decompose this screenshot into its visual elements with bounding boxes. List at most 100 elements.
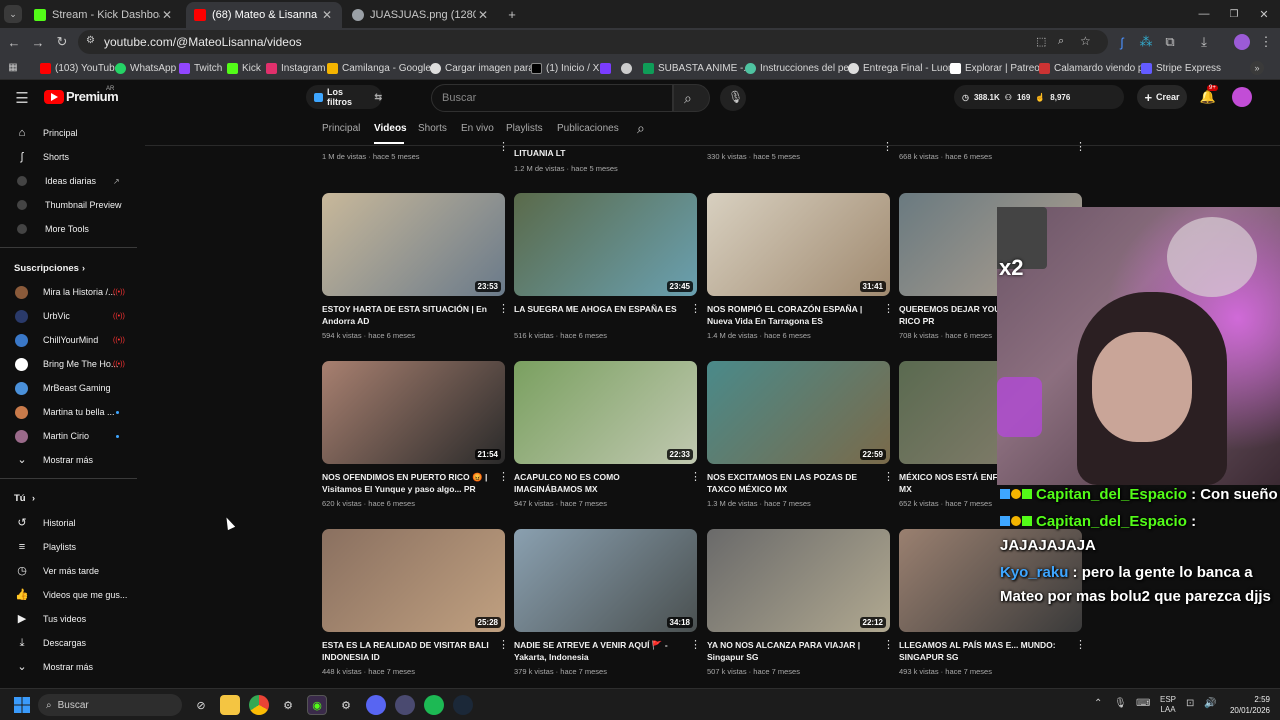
video-title[interactable]: ACAPULCO NO ES COMO IMAGINÁBAMOS MX	[514, 471, 684, 495]
bookmark-star-icon[interactable]: ☆	[1080, 34, 1091, 48]
bookmark-item[interactable]: Entrega Final - Luon...	[848, 60, 962, 76]
tab-youtube[interactable]: (68) Mateo & Lisanna - YouTub ✕	[186, 2, 342, 28]
extension-icon[interactable]: ⁂	[1138, 34, 1154, 50]
language-indicator[interactable]: ESP LAA	[1160, 695, 1176, 715]
sidebar-item-principal[interactable]: ⌂ Principal	[0, 122, 140, 144]
bookmark-item[interactable]: Calamardo viendo p...	[1039, 60, 1152, 76]
bookmark-item[interactable]: Camilanga - Google...	[327, 60, 439, 76]
tab-search-icon[interactable]: ⌄	[4, 5, 22, 23]
sidebar-item-more-tools[interactable]: More Tools	[0, 218, 140, 240]
sidebar-item-thumbnail-preview[interactable]: Thumbnail Preview	[0, 194, 140, 216]
more-options-icon[interactable]: ⋮	[498, 638, 509, 651]
tab-videos[interactable]: Videos	[374, 123, 407, 134]
tab-playlists[interactable]: Playlists	[506, 123, 543, 134]
bookmark-item[interactable]: (1) Inicio / X	[531, 60, 599, 76]
video-thumbnail[interactable]: 25:28	[322, 529, 505, 632]
discord-icon[interactable]	[366, 695, 386, 715]
sidebar-item-historial[interactable]: ↺ Historial	[0, 512, 140, 534]
more-options-icon[interactable]: ⋮	[883, 638, 894, 651]
bookmark-item[interactable]: Instrucciones del pe...	[745, 60, 857, 76]
video-thumbnail[interactable]: 23:45	[514, 193, 697, 296]
video-thumbnail[interactable]: 31:41	[707, 193, 890, 296]
video-title[interactable]: NOS ROMPIÓ EL CORAZÓN ESPAÑA | Nueva Vid…	[707, 303, 877, 327]
video-title[interactable]: ESTA ES LA REALIDAD DE VISITAR BALI INDO…	[322, 639, 492, 663]
bookmark-item[interactable]: WhatsApp	[115, 60, 176, 76]
url-field[interactable]: ⚙ youtube.com/@MateoLisanna/videos ⬚ ⌕ ☆	[78, 30, 1108, 54]
show-more-button[interactable]: ⌄ Mostrar más	[0, 656, 140, 678]
hamburger-menu-icon[interactable]: ☰	[14, 90, 30, 107]
video-thumbnail[interactable]: 21:54	[322, 361, 505, 464]
subscription-item[interactable]: Martina tu bella ...	[0, 401, 140, 423]
tab-shorts[interactable]: Shorts	[418, 123, 447, 134]
video-thumbnail[interactable]: 22:12	[707, 529, 890, 632]
more-options-icon[interactable]: ⋮	[690, 470, 701, 483]
profile-avatar[interactable]	[1234, 34, 1250, 50]
subscription-item[interactable]: Mira la Historia /... ((•))	[0, 281, 140, 303]
video-title[interactable]: NOS OFENDIMOS EN PUERTO RICO 😡 | Visitam…	[322, 471, 492, 495]
you-heading[interactable]: Tú ›	[0, 487, 140, 509]
channel-search-icon[interactable]: ⌕	[637, 120, 645, 137]
apps-grid-icon[interactable]: ▦	[6, 60, 20, 74]
forward-icon[interactable]: →	[30, 34, 46, 50]
video-thumbnail[interactable]: 22:59	[707, 361, 890, 464]
close-icon[interactable]: ✕	[160, 8, 174, 22]
settings-icon[interactable]: ⚙	[278, 695, 298, 715]
bookmark-item[interactable]: (103) YouTube	[40, 60, 120, 76]
filters-button[interactable]: Los filtros ⇆	[306, 85, 382, 109]
more-options-icon[interactable]: ⋮	[690, 302, 701, 315]
more-options-icon[interactable]: ⋮	[883, 470, 894, 483]
stats-widget[interactable]: ◷ 388.1K ⚇ 169 ☝ 8,976	[954, 85, 1124, 109]
more-options-icon[interactable]: ⋮	[883, 302, 894, 315]
bookmark-item[interactable]: Kick	[227, 60, 261, 76]
subscriptions-heading[interactable]: Suscripciones ›	[0, 257, 140, 279]
bookmark-item[interactable]: Stripe Express	[1141, 60, 1221, 76]
extension-icon[interactable]: ʃ	[1114, 34, 1130, 50]
zoom-icon[interactable]: ⌕	[1058, 35, 1064, 48]
create-button[interactable]: + Crear	[1137, 85, 1187, 109]
youtube-logo-icon[interactable]	[44, 90, 64, 104]
account-avatar[interactable]	[1232, 87, 1252, 107]
app-icon[interactable]: ⊘	[191, 695, 211, 715]
chrome-icon[interactable]	[249, 695, 269, 715]
video-title[interactable]: LITUANIA LT	[514, 147, 684, 159]
sidebar-item-watch-later[interactable]: ◷ Ver más tarde	[0, 560, 140, 582]
bookmark-item[interactable]	[600, 60, 615, 76]
bookmark-item[interactable]: Instagram	[266, 60, 325, 76]
subscription-item[interactable]: MrBeast Gaming	[0, 377, 140, 399]
subscription-item[interactable]: Martin Cirio	[0, 425, 140, 447]
close-window-icon[interactable]: ✕	[1256, 6, 1272, 22]
new-tab-icon[interactable]: +	[504, 6, 520, 22]
sidebar-item-ideas[interactable]: Ideas diarias ↗	[0, 170, 140, 192]
tab-publicaciones[interactable]: Publicaciones	[557, 123, 619, 134]
video-title[interactable]: YA NO NOS ALCANZA PARA VIAJAR | Singapur…	[707, 639, 877, 663]
bookmark-item[interactable]: Cargar imagen para...	[430, 60, 542, 76]
obs-icon[interactable]: ◉	[307, 695, 327, 715]
tab-image[interactable]: JUASJUAS.png (1280×720) ✕	[344, 2, 498, 28]
video-thumbnail[interactable]: 22:33	[514, 361, 697, 464]
microphone-icon[interactable]: 🎙	[1114, 698, 1127, 709]
bookmark-item[interactable]: Twitch	[179, 60, 222, 76]
reload-icon[interactable]: ↻	[54, 34, 70, 50]
show-more-button[interactable]: ⌄ Mostrar más	[0, 449, 140, 471]
bookmark-item[interactable]: SUBASTA ANIME -...	[643, 60, 752, 76]
bookmark-item[interactable]: Explorar | Patreon	[950, 60, 1045, 76]
sidebar-item-downloads[interactable]: ⤓ Descargas	[0, 632, 140, 654]
chevron-up-icon[interactable]: ⌃	[1094, 698, 1102, 709]
tab-kick-dashboard[interactable]: Stream - Kick Dashboard ✕	[26, 2, 182, 28]
video-title[interactable]: NOS EXCITAMOS EN LAS POZAS DE TAXCO MÉXI…	[707, 471, 877, 495]
subscription-item[interactable]: UrbVic ((•))	[0, 305, 140, 327]
video-thumbnail[interactable]: 34:18	[514, 529, 697, 632]
file-explorer-icon[interactable]	[220, 695, 240, 715]
video-title[interactable]: ESTOY HARTA DE ESTA SITUACIÓN | En Andor…	[322, 303, 492, 327]
menu-dots-icon[interactable]: ⋮	[1258, 34, 1274, 50]
more-options-icon[interactable]: ⋮	[1075, 140, 1086, 153]
bookmark-item[interactable]	[621, 60, 636, 76]
sidebar-item-shorts[interactable]: ʃ Shorts	[0, 146, 140, 168]
spotify-icon[interactable]	[424, 695, 444, 715]
site-info-icon[interactable]: ⚙	[86, 35, 95, 46]
tab-en-vivo[interactable]: En vivo	[461, 123, 494, 134]
video-title[interactable]: LA SUEGRA ME AHOGA EN ESPAÑA ES	[514, 303, 684, 315]
download-icon[interactable]: ⤓	[1196, 34, 1212, 50]
more-bookmarks-icon[interactable]: »	[1250, 61, 1264, 75]
steam-icon[interactable]	[453, 695, 473, 715]
